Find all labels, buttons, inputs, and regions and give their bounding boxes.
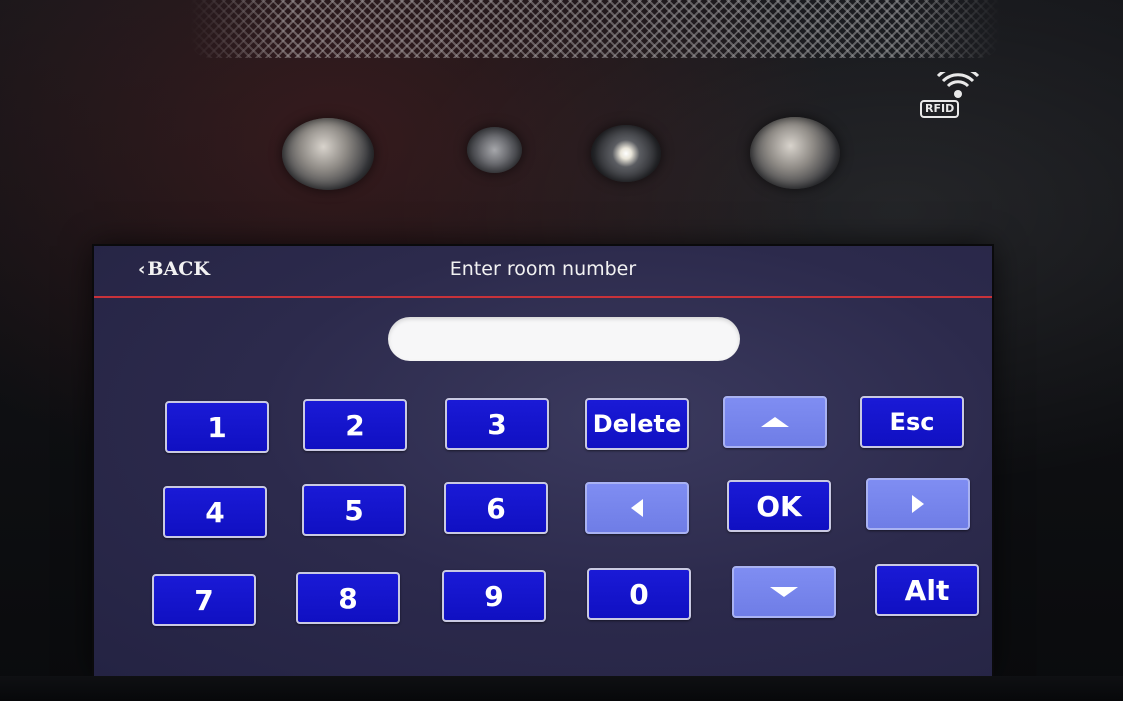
- ok-label: OK: [756, 489, 802, 523]
- light-sensor: [467, 127, 522, 173]
- key-3-label: 3: [487, 407, 507, 441]
- rfid-icon: RFID: [918, 66, 990, 120]
- key-7-label: 7: [194, 583, 214, 617]
- camera-lens-right: [750, 117, 840, 189]
- ir-led: [591, 125, 661, 182]
- key-7[interactable]: 7: [152, 574, 256, 626]
- screen-header: ‹ BACK Enter room number: [94, 246, 992, 298]
- key-8[interactable]: 8: [296, 572, 400, 624]
- key-6-label: 6: [486, 491, 506, 525]
- delete-label: Delete: [592, 410, 682, 438]
- key-0[interactable]: 0: [587, 568, 691, 620]
- key-6[interactable]: 6: [444, 482, 548, 534]
- triangle-right-icon: [912, 495, 924, 513]
- key-0-label: 0: [629, 577, 649, 611]
- alt-label: Alt: [904, 573, 950, 607]
- down-arrow-button[interactable]: [732, 566, 836, 618]
- key-4-label: 4: [205, 495, 225, 529]
- triangle-up-icon: [761, 417, 789, 427]
- key-1[interactable]: 1: [165, 401, 269, 453]
- key-4[interactable]: 4: [163, 486, 267, 538]
- device-bezel: [0, 676, 1123, 701]
- esc-button[interactable]: Esc: [860, 396, 964, 448]
- key-8-label: 8: [338, 581, 358, 615]
- touch-screen: ‹ BACK Enter room number 1 2 3 Delete Es…: [94, 246, 992, 676]
- rfid-label: RFID: [920, 100, 960, 118]
- ok-button[interactable]: OK: [727, 480, 831, 532]
- room-number-input[interactable]: [388, 317, 740, 361]
- key-9-label: 9: [484, 579, 504, 613]
- key-5[interactable]: 5: [302, 484, 406, 536]
- alt-button[interactable]: Alt: [875, 564, 979, 616]
- up-arrow-button[interactable]: [723, 396, 827, 448]
- camera-lens-left: [282, 118, 374, 190]
- speaker-grille: [190, 0, 1000, 58]
- key-9[interactable]: 9: [442, 570, 546, 622]
- delete-button[interactable]: Delete: [585, 398, 689, 450]
- access-control-device: RFID ‹ BACK Enter room number 1 2 3 Dele…: [0, 0, 1123, 701]
- page-title: Enter room number: [449, 258, 637, 280]
- triangle-down-icon: [770, 587, 798, 597]
- key-2[interactable]: 2: [303, 399, 407, 451]
- left-arrow-button[interactable]: [585, 482, 689, 534]
- esc-label: Esc: [889, 408, 935, 436]
- key-2-label: 2: [345, 408, 365, 442]
- key-3[interactable]: 3: [445, 398, 549, 450]
- right-arrow-button[interactable]: [866, 478, 970, 530]
- key-1-label: 1: [207, 410, 227, 444]
- triangle-left-icon: [631, 499, 643, 517]
- key-5-label: 5: [344, 493, 364, 527]
